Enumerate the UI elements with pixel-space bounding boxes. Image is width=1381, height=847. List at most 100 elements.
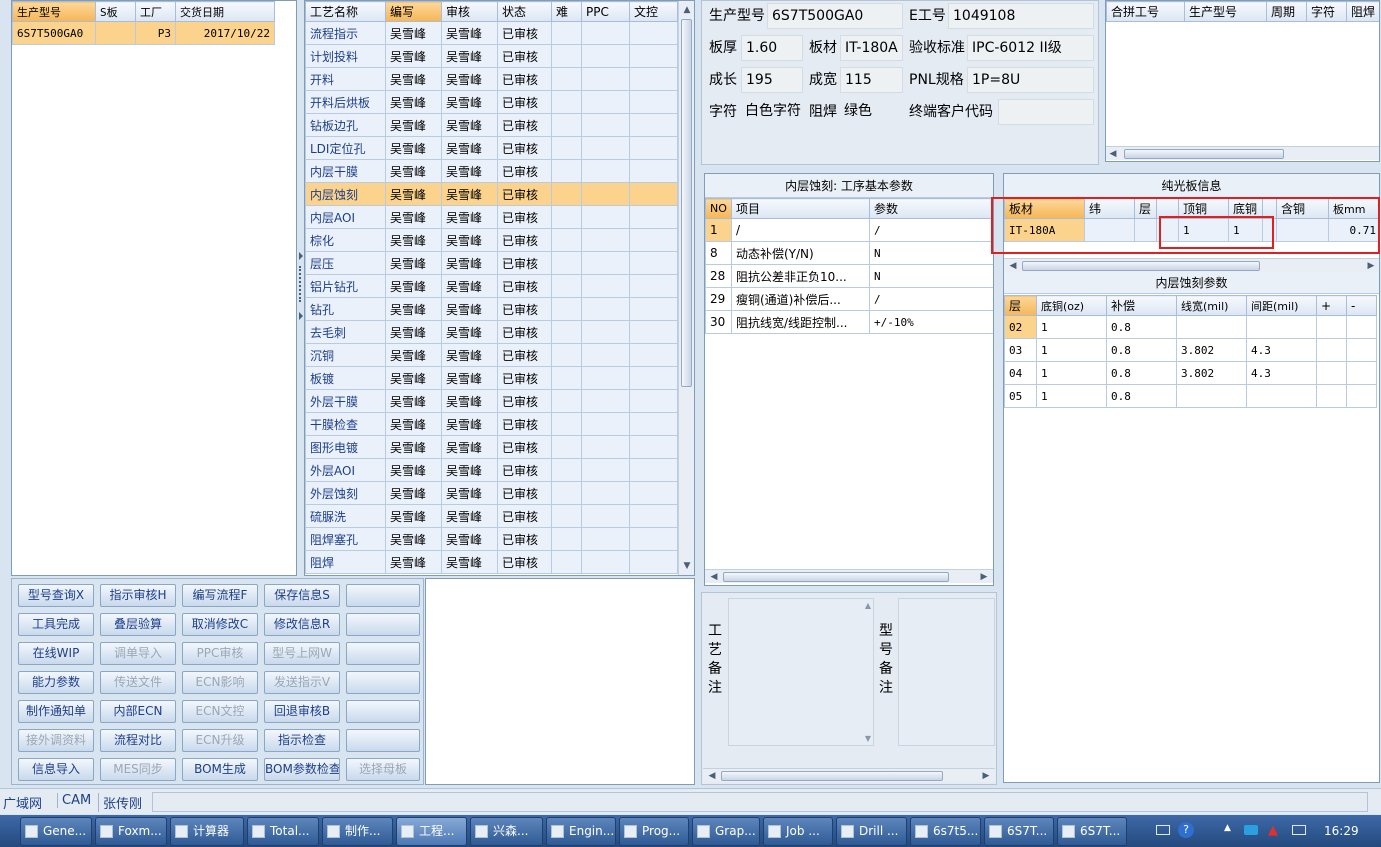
scroll-thumb[interactable] — [1124, 149, 1284, 159]
scroll-up-icon[interactable]: ▲ — [680, 3, 694, 17]
taskbar-item[interactable]: Prog... — [619, 817, 689, 846]
col-header[interactable]: 生产型号 — [1184, 1, 1267, 22]
col-header[interactable]: 间距(mil) — [1246, 295, 1317, 316]
action-button[interactable]: PPC审核 — [182, 642, 258, 665]
table-row[interactable]: 30 阻抗线宽/线距控制... +/-10% — [705, 310, 993, 334]
table-row[interactable]: 去毛刺 吴雪峰 吴雪峰 已审核 — [305, 320, 678, 344]
field-char[interactable]: 白色字符 — [741, 99, 803, 125]
scroll-right-icon[interactable]: ▶ — [979, 769, 993, 783]
taskbar-item[interactable]: Job ... — [763, 817, 833, 846]
scroll-down-icon[interactable]: ▼ — [680, 559, 694, 573]
scroll-right-icon[interactable]: ▶ — [1364, 259, 1378, 273]
col-header[interactable]: - — [1346, 295, 1377, 316]
action-button[interactable]: BOM参数检查 — [264, 758, 340, 781]
taskbar-item[interactable]: 工程... — [396, 817, 467, 846]
action-button[interactable]: 能力参数 — [18, 671, 94, 694]
action-button[interactable]: 指示审核H — [100, 584, 176, 607]
col-header[interactable]: 线宽(mil) — [1176, 295, 1247, 316]
action-button[interactable] — [346, 642, 420, 665]
field-material[interactable]: IT-180A — [840, 35, 903, 61]
action-button[interactable]: 指示检查 — [264, 729, 340, 752]
action-button[interactable]: 内部ECN — [100, 700, 176, 723]
table-row[interactable]: 02 1 0.8 — [1004, 315, 1377, 339]
col-header[interactable]: 项目 — [731, 198, 870, 219]
table-row[interactable]: 外层AOI 吴雪峰 吴雪峰 已审核 — [305, 458, 678, 482]
field-mask[interactable]: 绿色 — [840, 99, 903, 125]
monitor-icon[interactable] — [1292, 825, 1306, 835]
table-row[interactable]: 钻孔 吴雪峰 吴雪峰 已审核 — [305, 297, 678, 321]
col-header[interactable]: 文控 — [629, 1, 678, 22]
table-row[interactable]: 干膜检查 吴雪峰 吴雪峰 已审核 — [305, 412, 678, 436]
field-standard[interactable]: IPC-6012 II级 — [967, 35, 1094, 61]
action-button[interactable]: 接外调资料 — [18, 729, 94, 752]
action-button[interactable]: ECN影响 — [182, 671, 258, 694]
scroll-thumb[interactable] — [681, 19, 692, 387]
table-row[interactable]: 28 阻抗公差非正负10... N — [705, 264, 993, 288]
taskbar-item[interactable]: Grap... — [692, 817, 760, 846]
clock[interactable]: 16:29 — [1324, 824, 1359, 838]
action-button[interactable]: 叠层验算 — [100, 613, 176, 636]
taskbar-item[interactable]: 制作... — [322, 817, 393, 846]
taskbar-item[interactable]: Engin... — [546, 817, 616, 846]
col-header[interactable]: 阻焊 — [1346, 1, 1379, 22]
table-row[interactable]: LDI定位孔 吴雪峰 吴雪峰 已审核 — [305, 136, 678, 160]
field-width[interactable]: 115 — [840, 67, 903, 93]
table-row[interactable]: 内层干膜 吴雪峰 吴雪峰 已审核 — [305, 159, 678, 183]
action-button[interactable] — [346, 613, 420, 636]
keyboard-icon[interactable] — [1156, 825, 1170, 835]
action-button[interactable] — [346, 584, 420, 607]
table-row[interactable]: 内层AOI 吴雪峰 吴雪峰 已审核 — [305, 205, 678, 229]
arrow-up-icon[interactable]: ▲ — [1224, 823, 1231, 833]
action-button[interactable] — [346, 671, 420, 694]
col-header[interactable]: 补偿 — [1106, 295, 1177, 316]
table-row[interactable]: 钻板边孔 吴雪峰 吴雪峰 已审核 — [305, 113, 678, 137]
table-row[interactable]: 外层干膜 吴雪峰 吴雪峰 已审核 — [305, 389, 678, 413]
network-icon[interactable] — [1244, 825, 1258, 835]
table-row[interactable]: 流程指示 吴雪峰 吴雪峰 已审核 — [305, 21, 678, 45]
table-row[interactable]: 03 1 0.8 3.802 4.3 — [1004, 338, 1377, 362]
table-row[interactable]: 铝片钻孔 吴雪峰 吴雪峰 已审核 — [305, 274, 678, 298]
taskbar-item[interactable]: 6S7T... — [984, 817, 1054, 846]
scroll-left-icon[interactable]: ◀ — [1106, 147, 1120, 161]
col-header[interactable]: 编写 — [385, 1, 442, 22]
scroll-left-icon[interactable]: ◀ — [705, 769, 719, 783]
table-row[interactable]: 棕化 吴雪峰 吴雪峰 已审核 — [305, 228, 678, 252]
merge-hscrollbar[interactable]: ◀ — [1106, 146, 1379, 160]
table-row[interactable]: 计划投料 吴雪峰 吴雪峰 已审核 — [305, 44, 678, 68]
table-row[interactable]: 6S7T500GA0 P3 2017/10/22 — [12, 21, 275, 45]
action-button[interactable]: 在线WIP — [18, 642, 94, 665]
field-thickness[interactable]: 1.60 — [741, 35, 803, 61]
action-button[interactable]: 型号上网W — [264, 642, 340, 665]
params-hscrollbar[interactable]: ◀ ▶ — [705, 569, 993, 583]
scroll-thumb[interactable] — [721, 771, 943, 781]
table-row[interactable]: 图形电镀 吴雪峰 吴雪峰 已审核 — [305, 435, 678, 459]
col-header[interactable]: PPC — [581, 1, 630, 22]
table-row[interactable]: 开料 吴雪峰 吴雪峰 已审核 — [305, 67, 678, 91]
table-row[interactable]: 内层蚀刻 吴雪峰 吴雪峰 已审核 — [305, 182, 678, 206]
taskbar-item[interactable]: Foxm... — [95, 817, 167, 846]
help-icon[interactable]: ? — [1178, 822, 1194, 838]
action-button[interactable]: 调单导入 — [100, 642, 176, 665]
field-customer[interactable] — [998, 99, 1094, 125]
col-header[interactable]: 生产型号 — [12, 1, 96, 22]
table-row[interactable]: 沉铜 吴雪峰 吴雪峰 已审核 — [305, 343, 678, 367]
table-row[interactable]: 04 1 0.8 3.802 4.3 — [1004, 361, 1377, 385]
taskbar-item[interactable]: 6S7T... — [1057, 817, 1127, 846]
col-header[interactable]: 合拼工号 — [1106, 1, 1185, 22]
table-row[interactable]: 05 1 0.8 — [1004, 384, 1377, 408]
col-header[interactable]: 层 — [1004, 295, 1037, 316]
table-row[interactable]: 开料后烘板 吴雪峰 吴雪峰 已审核 — [305, 90, 678, 114]
splitter-handle[interactable] — [297, 252, 303, 322]
col-header[interactable]: 难 — [551, 1, 582, 22]
taskbar-item[interactable]: 6s7t5... — [910, 817, 981, 846]
field-pnl[interactable]: 1P=8U — [967, 67, 1094, 93]
table-row[interactable]: 板镀 吴雪峰 吴雪峰 已审核 — [305, 366, 678, 390]
table-row[interactable]: 阻焊塞孔 吴雪峰 吴雪峰 已审核 — [305, 527, 678, 551]
col-header[interactable]: + — [1316, 295, 1347, 316]
laminate-hscrollbar[interactable]: ◀ ▶ — [1004, 258, 1379, 272]
taskbar-item[interactable]: Gene... — [20, 817, 92, 846]
action-button[interactable]: 型号查询X — [18, 584, 94, 607]
taskbar-item[interactable]: Drill ... — [836, 817, 907, 846]
action-button[interactable]: 保存信息S — [264, 584, 340, 607]
action-button[interactable]: ECN升级 — [182, 729, 258, 752]
